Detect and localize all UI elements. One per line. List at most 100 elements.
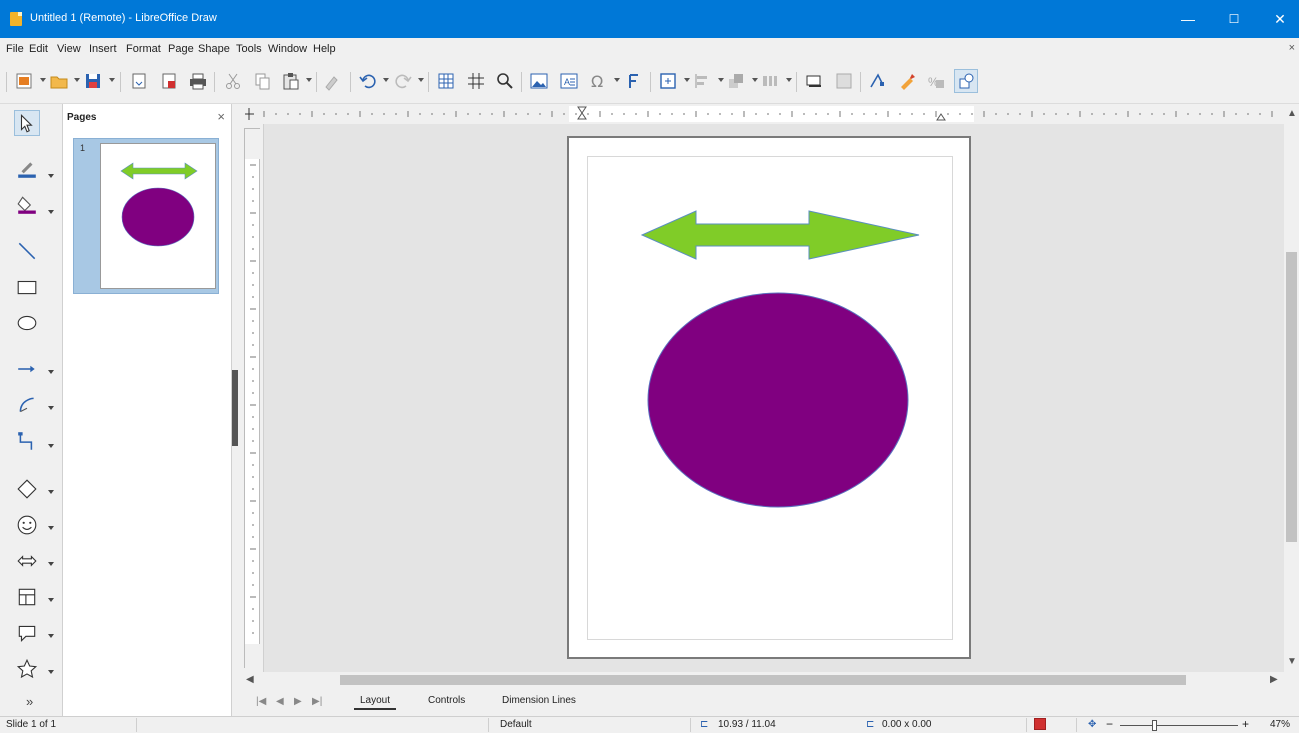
line-tool-icon[interactable] bbox=[14, 238, 40, 264]
chevron-down-icon[interactable] bbox=[40, 78, 46, 82]
chevron-down-icon[interactable] bbox=[306, 78, 312, 82]
arrange-icon[interactable] bbox=[724, 69, 748, 93]
open-folder-icon[interactable] bbox=[47, 69, 71, 93]
previous-tab-button[interactable]: ◀ bbox=[276, 696, 284, 707]
menu-shape[interactable]: Shape bbox=[198, 43, 230, 55]
curve-tool-icon[interactable] bbox=[14, 392, 40, 418]
tab-layout[interactable]: Layout bbox=[354, 695, 397, 710]
master-page-name[interactable]: Default bbox=[500, 719, 532, 730]
menu-file[interactable]: File bbox=[6, 43, 24, 55]
chevron-down-icon[interactable] bbox=[48, 670, 54, 674]
zoom-level[interactable]: 47% bbox=[1270, 719, 1290, 730]
menu-insert[interactable]: Insert bbox=[89, 43, 117, 55]
drawing-canvas[interactable] bbox=[264, 124, 1284, 672]
chevron-down-icon[interactable] bbox=[48, 598, 54, 602]
new-document-icon[interactable] bbox=[12, 69, 36, 93]
horizontal-ruler[interactable] bbox=[244, 104, 1284, 124]
close-pane-button[interactable]: × bbox=[217, 109, 225, 124]
redo-icon[interactable] bbox=[391, 69, 415, 93]
menu-edit[interactable]: Edit bbox=[29, 43, 48, 55]
fit-page-icon[interactable]: ✥ bbox=[1088, 719, 1096, 730]
connector-tool-icon[interactable] bbox=[14, 428, 40, 454]
line-color-icon[interactable] bbox=[14, 156, 40, 182]
tab-dimension-lines[interactable]: Dimension Lines bbox=[496, 695, 582, 706]
zoom-slider-track[interactable] bbox=[1120, 725, 1238, 726]
chevron-down-icon[interactable] bbox=[786, 78, 792, 82]
crop-image-icon[interactable] bbox=[832, 69, 856, 93]
paste-icon[interactable] bbox=[279, 69, 303, 93]
chevron-down-icon[interactable] bbox=[48, 370, 54, 374]
zoom-slider-thumb[interactable] bbox=[1152, 720, 1157, 731]
chevron-down-icon[interactable] bbox=[48, 526, 54, 530]
menu-tools[interactable]: Tools bbox=[236, 43, 262, 55]
chevron-down-icon[interactable] bbox=[48, 210, 54, 214]
vertical-scroll-thumb[interactable] bbox=[1286, 252, 1297, 542]
document-modified-icon[interactable] bbox=[1034, 718, 1046, 730]
chevron-down-icon[interactable] bbox=[48, 444, 54, 448]
menu-window[interactable]: Window bbox=[268, 43, 307, 55]
grid-icon[interactable] bbox=[434, 69, 458, 93]
show-draw-functions-icon[interactable] bbox=[954, 69, 978, 93]
basic-shapes-diamond-icon[interactable] bbox=[14, 476, 40, 502]
chevron-down-icon[interactable] bbox=[109, 78, 115, 82]
ellipse-tool-icon[interactable] bbox=[14, 310, 40, 336]
cut-icon[interactable] bbox=[221, 69, 245, 93]
insert-image-icon[interactable] bbox=[527, 69, 551, 93]
vertical-scrollbar[interactable]: ▲ ▼ bbox=[1284, 104, 1299, 672]
export-pdf-icon[interactable] bbox=[157, 69, 181, 93]
splitter-handle[interactable] bbox=[232, 370, 238, 446]
toggle-extrusion-icon[interactable]: % bbox=[924, 69, 948, 93]
select-pointer-icon[interactable] bbox=[14, 110, 40, 136]
chevron-down-icon[interactable] bbox=[48, 174, 54, 178]
pane-splitter[interactable] bbox=[232, 104, 240, 716]
more-tools-button[interactable]: » bbox=[26, 694, 33, 709]
close-button[interactable]: ✕ bbox=[1257, 0, 1299, 38]
vertical-ruler[interactable] bbox=[240, 124, 264, 672]
chevron-down-icon[interactable] bbox=[48, 406, 54, 410]
chevron-down-icon[interactable] bbox=[383, 78, 389, 82]
chevron-down-icon[interactable] bbox=[614, 78, 620, 82]
special-character-icon[interactable]: Ω bbox=[586, 69, 610, 93]
chevron-down-icon[interactable] bbox=[48, 490, 54, 494]
block-arrows-icon[interactable] bbox=[14, 548, 40, 574]
copy-icon[interactable] bbox=[250, 69, 274, 93]
fill-color-icon[interactable] bbox=[14, 192, 40, 218]
transformations-icon[interactable] bbox=[656, 69, 680, 93]
horizontal-scrollbar[interactable]: ◀ ▶ bbox=[246, 672, 1284, 688]
helplines-icon[interactable] bbox=[464, 69, 488, 93]
points-icon[interactable] bbox=[866, 69, 890, 93]
chevron-down-icon[interactable] bbox=[418, 78, 424, 82]
glue-points-icon[interactable] bbox=[895, 69, 919, 93]
insert-textbox-icon[interactable]: A bbox=[557, 69, 581, 93]
flowchart-icon[interactable] bbox=[14, 584, 40, 610]
zoom-icon[interactable] bbox=[493, 69, 517, 93]
export-icon[interactable] bbox=[127, 69, 151, 93]
ellipse-shape[interactable] bbox=[647, 292, 909, 508]
menu-format[interactable]: Format bbox=[126, 43, 161, 55]
close-document-button[interactable]: × bbox=[1289, 42, 1295, 54]
next-tab-button[interactable]: ▶ bbox=[294, 696, 302, 707]
horizontal-scroll-thumb[interactable] bbox=[340, 675, 1186, 685]
double-arrow-shape[interactable] bbox=[640, 210, 920, 260]
menu-help[interactable]: Help bbox=[313, 43, 336, 55]
callouts-icon[interactable] bbox=[14, 620, 40, 646]
zoom-in-button[interactable]: + bbox=[1242, 717, 1249, 731]
scroll-down-icon[interactable]: ▼ bbox=[1287, 656, 1297, 667]
chevron-down-icon[interactable] bbox=[74, 78, 80, 82]
scroll-left-icon[interactable]: ◀ bbox=[246, 674, 254, 685]
menu-page[interactable]: Page bbox=[168, 43, 194, 55]
scroll-up-icon[interactable]: ▲ bbox=[1287, 108, 1297, 119]
fontwork-icon[interactable] bbox=[622, 69, 646, 93]
save-icon[interactable] bbox=[81, 69, 105, 93]
page-thumbnail[interactable] bbox=[100, 143, 216, 289]
menu-view[interactable]: View bbox=[57, 43, 81, 55]
undo-icon[interactable] bbox=[356, 69, 380, 93]
page-thumbnail-selected[interactable]: 1 bbox=[73, 138, 219, 294]
last-tab-button[interactable]: ▶| bbox=[312, 696, 322, 707]
maximize-button[interactable]: ☐ bbox=[1211, 0, 1257, 38]
arrow-line-tool-icon[interactable] bbox=[14, 356, 40, 382]
first-tab-button[interactable]: |◀ bbox=[256, 696, 266, 707]
minimize-button[interactable]: — bbox=[1165, 0, 1211, 38]
shadow-icon[interactable] bbox=[802, 69, 826, 93]
stars-icon[interactable] bbox=[14, 656, 40, 682]
